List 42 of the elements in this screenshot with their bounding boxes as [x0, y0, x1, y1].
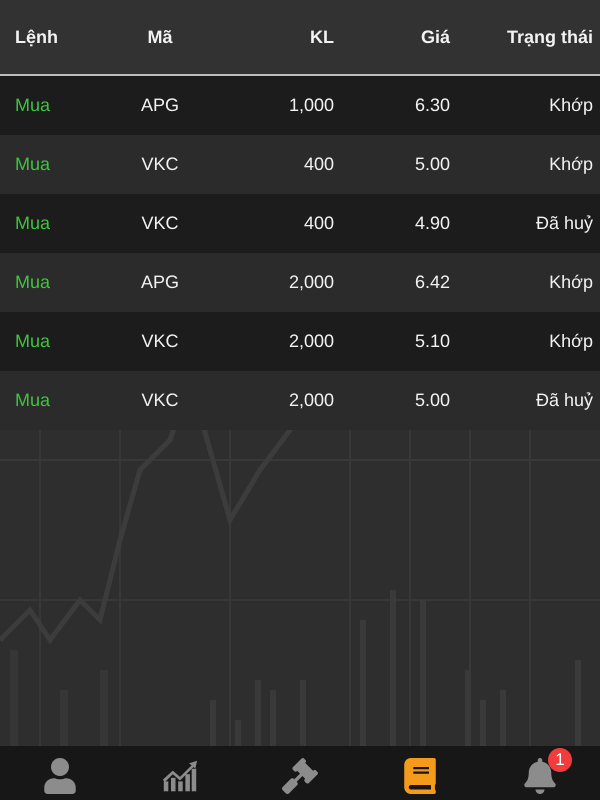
column-header: Trạng thái — [506, 26, 593, 48]
volume-cell-text: 2,000 — [288, 272, 334, 293]
stock-code: VKC — [140, 154, 180, 175]
column-header: Giá — [420, 26, 450, 48]
status-cell-text: Đã huỷ — [534, 390, 593, 411]
column-header: Mã — [146, 26, 174, 48]
stock-code: APG — [140, 272, 180, 293]
price-cell-text: 5.00 — [414, 154, 450, 175]
status-cell-text: Đã huỷ — [534, 213, 593, 234]
chart-icon — [162, 758, 198, 794]
volume-cell-text: 2,000 — [288, 331, 334, 352]
price-cell-text: 6.30 — [414, 95, 450, 116]
person-icon — [42, 758, 78, 794]
column-header: Lệnh — [15, 26, 59, 48]
column-header: KL — [309, 26, 334, 48]
gavel-icon — [282, 758, 318, 794]
status-cell-text: Khớp — [548, 95, 593, 116]
volume-cell-text: 2,000 — [288, 390, 334, 411]
bell-icon — [522, 758, 558, 794]
stock-code: VKC — [140, 390, 180, 411]
status-cell-text: Khớp — [548, 272, 593, 293]
order-side: Mua — [15, 272, 52, 293]
order-side: Mua — [15, 154, 52, 175]
volume-cell-text: 1,000 — [288, 95, 334, 116]
tab-button[interactable]: 1 — [508, 748, 572, 798]
stock-code: APG — [140, 95, 180, 116]
book-icon — [402, 758, 438, 794]
volume-cell-text: 400 — [302, 154, 334, 175]
order-side: Mua — [15, 390, 52, 411]
stock-code: VKC — [140, 331, 180, 352]
volume-cell-text: 400 — [302, 213, 334, 234]
price-cell-text: 4.90 — [414, 213, 450, 234]
stock-code: VKC — [140, 213, 180, 234]
order-side: Mua — [15, 213, 52, 234]
order-side: Mua — [15, 331, 52, 352]
price-cell-text: 5.00 — [414, 390, 450, 411]
price-cell-text: 6.42 — [414, 272, 450, 293]
notification-badge: 1 — [548, 748, 572, 772]
order-side: Mua — [15, 95, 52, 116]
price-cell-text: 5.10 — [414, 331, 450, 352]
status-cell-text: Khớp — [548, 331, 593, 352]
status-cell-text: Khớp — [548, 154, 593, 175]
